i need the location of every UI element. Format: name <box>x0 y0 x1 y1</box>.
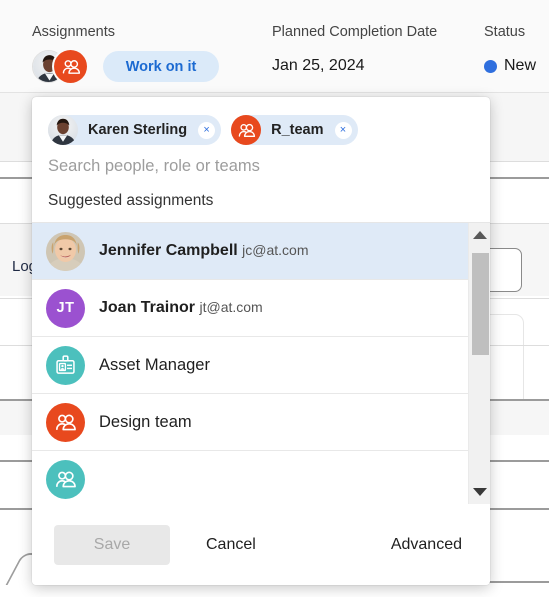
list-item[interactable]: Design team <box>32 394 468 451</box>
status-value: New <box>504 57 537 74</box>
chip-karen-sterling[interactable]: Karen Sterling × <box>48 115 222 145</box>
selected-assignees-chips: Karen Sterling × R_team × <box>32 97 490 145</box>
record-header-bar <box>0 0 549 93</box>
chip-label: Karen Sterling <box>88 122 188 138</box>
column-header-status: Status <box>484 24 526 40</box>
avatar-jennifer-campbell <box>46 231 85 271</box>
avatar-asset-manager-badge-icon <box>46 345 85 385</box>
list-scrollbar[interactable] <box>468 223 490 504</box>
chip-remove-icon[interactable]: × <box>198 121 216 139</box>
list-item-email: jc@at.com <box>242 242 309 258</box>
list-item[interactable]: Asset Manager <box>32 337 468 394</box>
search-field-wrapper <box>32 145 490 190</box>
avatar-joan-trainor-initials: JT <box>46 288 85 328</box>
list-item[interactable]: Jennifer Campbell jc@at.com <box>32 223 468 280</box>
list-item-text: Joan Trainor jt@at.com <box>99 298 263 318</box>
suggestions-list-area: Jennifer Campbell jc@at.com JT Joan Trai… <box>32 222 490 504</box>
list-item-name: Asset Manager <box>99 355 210 374</box>
popover-footer: Save Cancel Advanced <box>32 504 490 585</box>
chip-avatar-team-icon <box>231 115 262 145</box>
chip-remove-icon[interactable]: × <box>334 121 352 139</box>
advanced-button[interactable]: Advanced <box>385 528 468 562</box>
save-button[interactable]: Save <box>54 525 170 565</box>
list-item[interactable] <box>32 451 468 504</box>
list-item-name: Joan Trainor <box>99 299 196 316</box>
scroll-up-arrow-icon[interactable] <box>469 225 490 245</box>
list-item-text: Asset Manager <box>99 355 210 376</box>
suggested-assignments-heading: Suggested assignments <box>48 192 214 209</box>
chip-avatar-person-icon <box>48 115 78 145</box>
list-item-text: Jennifer Campbell jc@at.com <box>99 241 309 261</box>
avatar-initials-text: JT <box>56 300 75 316</box>
list-item-name: Design team <box>99 412 192 431</box>
column-header-planned-completion-date: Planned Completion Date <box>272 24 438 40</box>
cancel-button[interactable]: Cancel <box>200 528 262 562</box>
chip-label: R_team <box>271 122 324 138</box>
status-dot-icon <box>484 60 497 73</box>
list-item-name: Jennifer Campbell <box>99 242 238 259</box>
column-header-assignments: Assignments <box>32 24 116 40</box>
list-item[interactable]: JT Joan Trainor jt@at.com <box>32 280 468 337</box>
list-item-text: Design team <box>99 412 192 433</box>
scroll-down-arrow-icon[interactable] <box>469 482 490 502</box>
planned-completion-date-value: Jan 25, 2024 <box>272 57 365 74</box>
avatar-partial-team-icon <box>46 459 85 499</box>
search-input[interactable] <box>48 157 474 176</box>
suggestions-list: Jennifer Campbell jc@at.com JT Joan Trai… <box>32 223 468 504</box>
avatar-design-team-icon <box>46 402 85 442</box>
work-on-it-button[interactable]: Work on it <box>103 51 219 82</box>
assignments-picker-popover: Karen Sterling × R_team × Suggested assi… <box>32 97 490 585</box>
avatar-team-icon <box>54 50 87 83</box>
scrollbar-thumb[interactable] <box>472 253 489 355</box>
list-item-email: jt@at.com <box>199 299 263 315</box>
chip-r-team[interactable]: R_team × <box>231 115 358 145</box>
